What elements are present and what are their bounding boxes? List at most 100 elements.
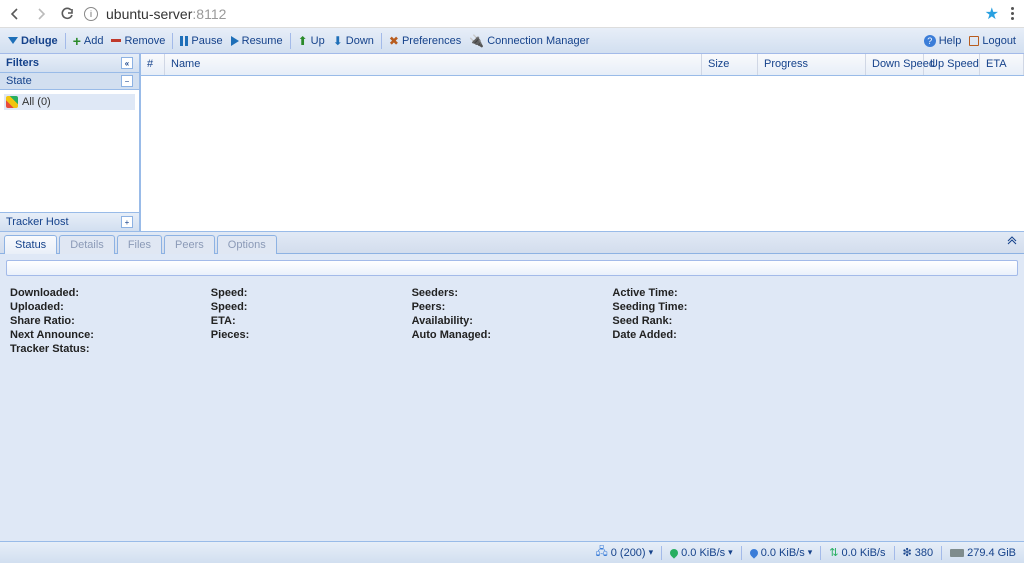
sb-downspeed[interactable]: 0.0 KiB/s▾: [670, 547, 733, 559]
up-label: Up: [311, 35, 325, 47]
down-button[interactable]: ⬇Down: [329, 32, 378, 50]
back-button[interactable]: [6, 5, 24, 23]
up-button[interactable]: ⬆Up: [294, 32, 329, 50]
col-progress[interactable]: Progress: [758, 54, 866, 75]
resume-label: Resume: [242, 35, 283, 47]
resume-button[interactable]: Resume: [227, 33, 287, 49]
logout-button[interactable]: Logout: [965, 33, 1020, 49]
protocol-icon: ⇅: [829, 546, 838, 559]
disk-value: 279.4 GiB: [967, 547, 1016, 559]
sb-upspeed[interactable]: 0.0 KiB/s▾: [750, 547, 813, 559]
tab-files[interactable]: Files: [117, 235, 162, 254]
main-area: Filters « State − All (0) Tracker Host +…: [0, 54, 1024, 231]
collapse-sidebar-icon[interactable]: «: [121, 57, 133, 69]
site-info-icon[interactable]: i: [84, 7, 98, 21]
sb-dht[interactable]: ❇380: [903, 546, 934, 559]
lbl-speed-down: Speed:: [211, 287, 248, 299]
state-header[interactable]: State −: [0, 73, 139, 90]
lbl-eta: ETA:: [211, 315, 236, 327]
tab-status[interactable]: Status: [4, 235, 57, 254]
collapse-state-icon[interactable]: −: [121, 75, 133, 87]
help-button[interactable]: ?Help: [920, 33, 966, 49]
down-label: Down: [346, 35, 374, 47]
statusbar: 🖧0 (200)▾ 0.0 KiB/s▾ 0.0 KiB/s▾ ⇅0.0 KiB…: [0, 541, 1024, 563]
add-button[interactable]: +Add: [69, 33, 108, 49]
brand-label: Deluge: [21, 35, 58, 47]
minus-icon: [111, 39, 121, 42]
pause-icon: [180, 36, 188, 46]
sb-disk[interactable]: 279.4 GiB: [950, 547, 1016, 559]
filter-all-label: All (0): [22, 96, 51, 108]
app-toolbar: Deluge +Add Remove Pause Resume ⬆Up ⬇Dow…: [0, 28, 1024, 54]
pause-button[interactable]: Pause: [176, 33, 226, 49]
col-num[interactable]: #: [141, 54, 165, 75]
col-up-speed[interactable]: Up Speed: [924, 54, 980, 75]
logout-icon: [969, 36, 979, 46]
plus-icon: +: [73, 36, 81, 46]
filters-header[interactable]: Filters «: [0, 54, 139, 73]
lbl-seed-rank: Seed Rank:: [612, 315, 672, 327]
filters-title: Filters: [6, 57, 39, 69]
grid-header: # Name Size Progress Down Speed Up Speed…: [141, 54, 1024, 76]
tracker-host-header[interactable]: Tracker Host +: [0, 212, 139, 231]
lbl-downloaded: Downloaded:: [10, 287, 79, 299]
disk-icon: [950, 549, 964, 557]
preferences-button[interactable]: ✖Preferences: [385, 32, 465, 50]
up-arrow-icon: ⬆: [298, 34, 308, 48]
lbl-seeding-time: Seeding Time:: [612, 301, 687, 313]
lbl-next-announce: Next Announce:: [10, 329, 94, 341]
reload-button[interactable]: [58, 5, 76, 23]
state-all-icon: [6, 96, 18, 108]
remove-button[interactable]: Remove: [107, 33, 169, 49]
tab-options[interactable]: Options: [217, 235, 277, 254]
browser-menu-icon[interactable]: [1007, 7, 1018, 20]
lbl-availability: Availability:: [412, 315, 473, 327]
lbl-peers: Peers:: [412, 301, 446, 313]
lbl-share-ratio: Share Ratio:: [10, 315, 75, 327]
state-title: State: [6, 75, 32, 87]
col-size[interactable]: Size: [702, 54, 758, 75]
filter-all[interactable]: All (0): [4, 94, 135, 110]
bookmark-star-icon[interactable]: ★: [985, 4, 999, 24]
sb-protocol[interactable]: ⇅0.0 KiB/s: [829, 546, 885, 559]
dropdown-icon: ▾: [728, 547, 733, 558]
address-port: :8112: [192, 6, 226, 22]
tracker-title: Tracker Host: [6, 216, 69, 228]
add-label: Add: [84, 35, 104, 47]
panel-tool-icon[interactable]: [1006, 236, 1018, 251]
col-down-speed[interactable]: Down Speed: [866, 54, 924, 75]
details-panel: Status Details Files Peers Options Downl…: [0, 231, 1024, 541]
torrent-grid: # Name Size Progress Down Speed Up Speed…: [140, 54, 1024, 231]
dropdown-icon: ▾: [808, 547, 813, 558]
protocol-value: 0.0 KiB/s: [841, 547, 885, 559]
pause-label: Pause: [191, 35, 222, 47]
address-bar[interactable]: ubuntu-server:8112: [106, 6, 977, 22]
grid-body[interactable]: [141, 76, 1024, 231]
plug-icon: 🔌: [469, 34, 484, 48]
tab-peers[interactable]: Peers: [164, 235, 215, 254]
tab-details[interactable]: Details: [59, 235, 115, 254]
lbl-seeders: Seeders:: [412, 287, 458, 299]
filter-body: All (0): [0, 90, 139, 212]
help-icon: ?: [924, 35, 936, 47]
connection-manager-button[interactable]: 🔌Connection Manager: [465, 32, 593, 50]
detail-tabs: Status Details Files Peers Options: [0, 232, 1024, 254]
deluge-icon: [8, 37, 18, 44]
down-speed-icon: [668, 547, 679, 558]
sb-connections[interactable]: 🖧0 (200)▾: [595, 543, 653, 562]
status-fields: Downloaded: Uploaded: Share Ratio: Next …: [0, 282, 1024, 360]
app-brand[interactable]: Deluge: [4, 33, 62, 49]
lbl-tracker-status: Tracker Status:: [10, 343, 89, 355]
expand-tracker-icon[interactable]: +: [121, 216, 133, 228]
connmgr-label: Connection Manager: [487, 35, 589, 47]
gear-icon: ✖: [389, 34, 399, 48]
remove-label: Remove: [124, 35, 165, 47]
torrent-progress-bar: [6, 260, 1018, 276]
address-host: ubuntu-server: [106, 6, 192, 22]
sidebar: Filters « State − All (0) Tracker Host +: [0, 54, 140, 231]
col-eta[interactable]: ETA: [980, 54, 1024, 75]
col-name[interactable]: Name: [165, 54, 702, 75]
forward-button[interactable]: [32, 5, 50, 23]
up-value: 0.0 KiB/s: [761, 547, 805, 559]
play-icon: [231, 36, 239, 46]
